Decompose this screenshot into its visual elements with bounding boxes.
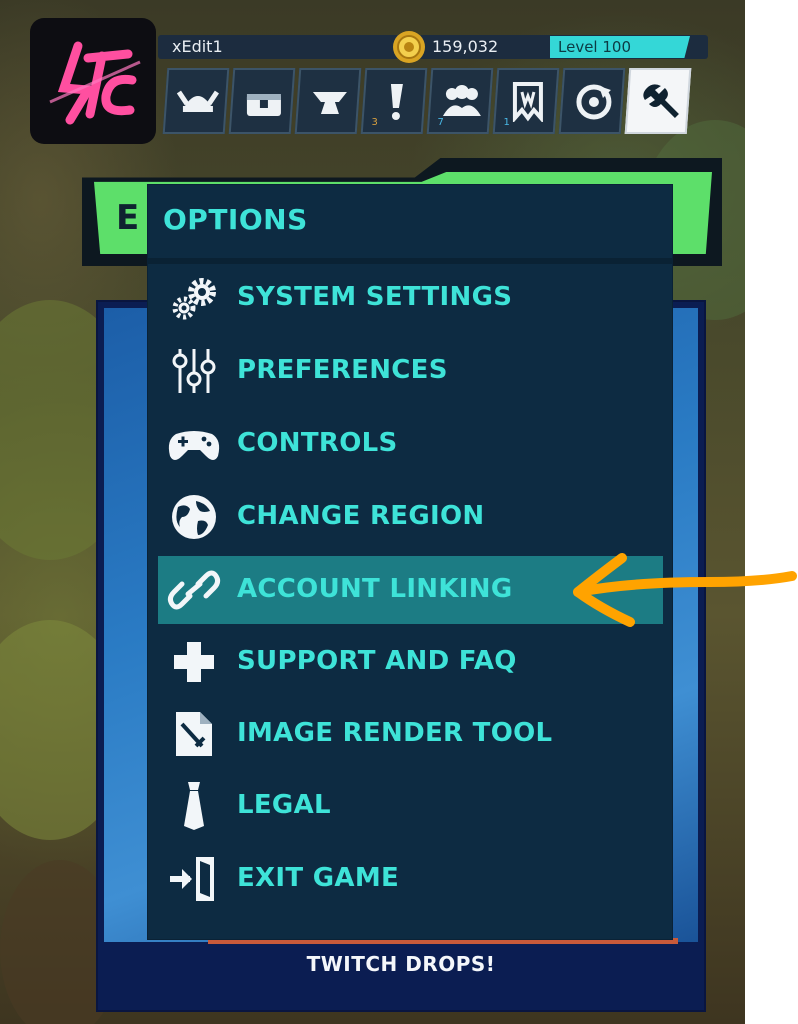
link-icon <box>167 570 221 610</box>
menu-item-label: IMAGE RENDER TOOL <box>237 718 553 748</box>
exclamation-icon <box>390 84 403 120</box>
viking-helmet-icon <box>176 90 219 112</box>
plus-icon <box>174 642 214 682</box>
menu-item-change-region[interactable]: CHANGE REGION <box>158 483 663 551</box>
menu-item-label: SYSTEM SETTINGS <box>237 282 513 312</box>
tab-legends[interactable] <box>162 68 230 134</box>
stc-logo-icon <box>49 41 141 125</box>
alerts-badge: 3 <box>371 117 378 128</box>
options-title: OPTIONS <box>163 203 308 236</box>
menu-item-legal[interactable]: LEGAL <box>158 772 663 840</box>
tab-inventory[interactable] <box>228 68 296 134</box>
chest-icon <box>246 94 281 116</box>
coin-count: 159,032 <box>432 37 499 56</box>
menu-item-label: ACCOUNT LINKING <box>237 574 513 604</box>
coin-icon <box>393 31 425 63</box>
tab-options[interactable] <box>624 68 692 134</box>
globe-icon <box>172 495 216 539</box>
tab-crafting[interactable] <box>294 68 362 134</box>
promo-card-label: TWITCH DROPS! <box>306 952 496 976</box>
menu-item-exit-game[interactable]: EXIT GAME <box>158 845 663 913</box>
clan-badge: 1 <box>503 117 510 128</box>
menu-item-label: SUPPORT AND FAQ <box>237 646 517 676</box>
player-level: Level 100 <box>550 36 690 58</box>
menu-item-controls[interactable]: CONTROLS <box>158 410 663 478</box>
tab-social[interactable]: 7 <box>426 68 494 134</box>
banner-icon <box>512 82 543 122</box>
sword-file-icon <box>176 712 212 756</box>
tab-alerts[interactable]: 3 <box>360 68 428 134</box>
player-name: xEdit1 <box>172 37 223 56</box>
gamepad-icon <box>168 431 220 460</box>
menu-item-preferences[interactable]: PREFERENCES <box>158 337 663 405</box>
refresh-icon <box>576 84 612 120</box>
tab-replays[interactable] <box>558 68 626 134</box>
menu-item-label: EXIT GAME <box>237 863 400 893</box>
tie-icon <box>184 782 204 830</box>
group-icon <box>442 85 481 116</box>
anvil-icon <box>312 92 347 114</box>
section-banner-title: E <box>116 198 140 238</box>
exit-door-icon <box>170 857 214 901</box>
game-logo <box>30 18 156 144</box>
annotation-arrow-icon <box>573 553 797 627</box>
tab-clan[interactable]: 1 <box>492 68 560 134</box>
sliders-icon <box>172 349 216 393</box>
menu-item-label: PREFERENCES <box>237 355 448 385</box>
gears-icon <box>172 278 216 320</box>
menu-item-label: LEGAL <box>237 790 331 820</box>
social-badge: 7 <box>437 117 444 128</box>
menu-item-label: CHANGE REGION <box>237 501 485 531</box>
menu-item-label: CONTROLS <box>237 428 398 458</box>
menu-item-system-settings[interactable]: SYSTEM SETTINGS <box>158 264 663 332</box>
menu-item-image-render-tool[interactable]: IMAGE RENDER TOOL <box>158 700 663 768</box>
menu-item-support-faq[interactable]: SUPPORT AND FAQ <box>158 628 663 696</box>
wrench-icon <box>643 84 679 118</box>
